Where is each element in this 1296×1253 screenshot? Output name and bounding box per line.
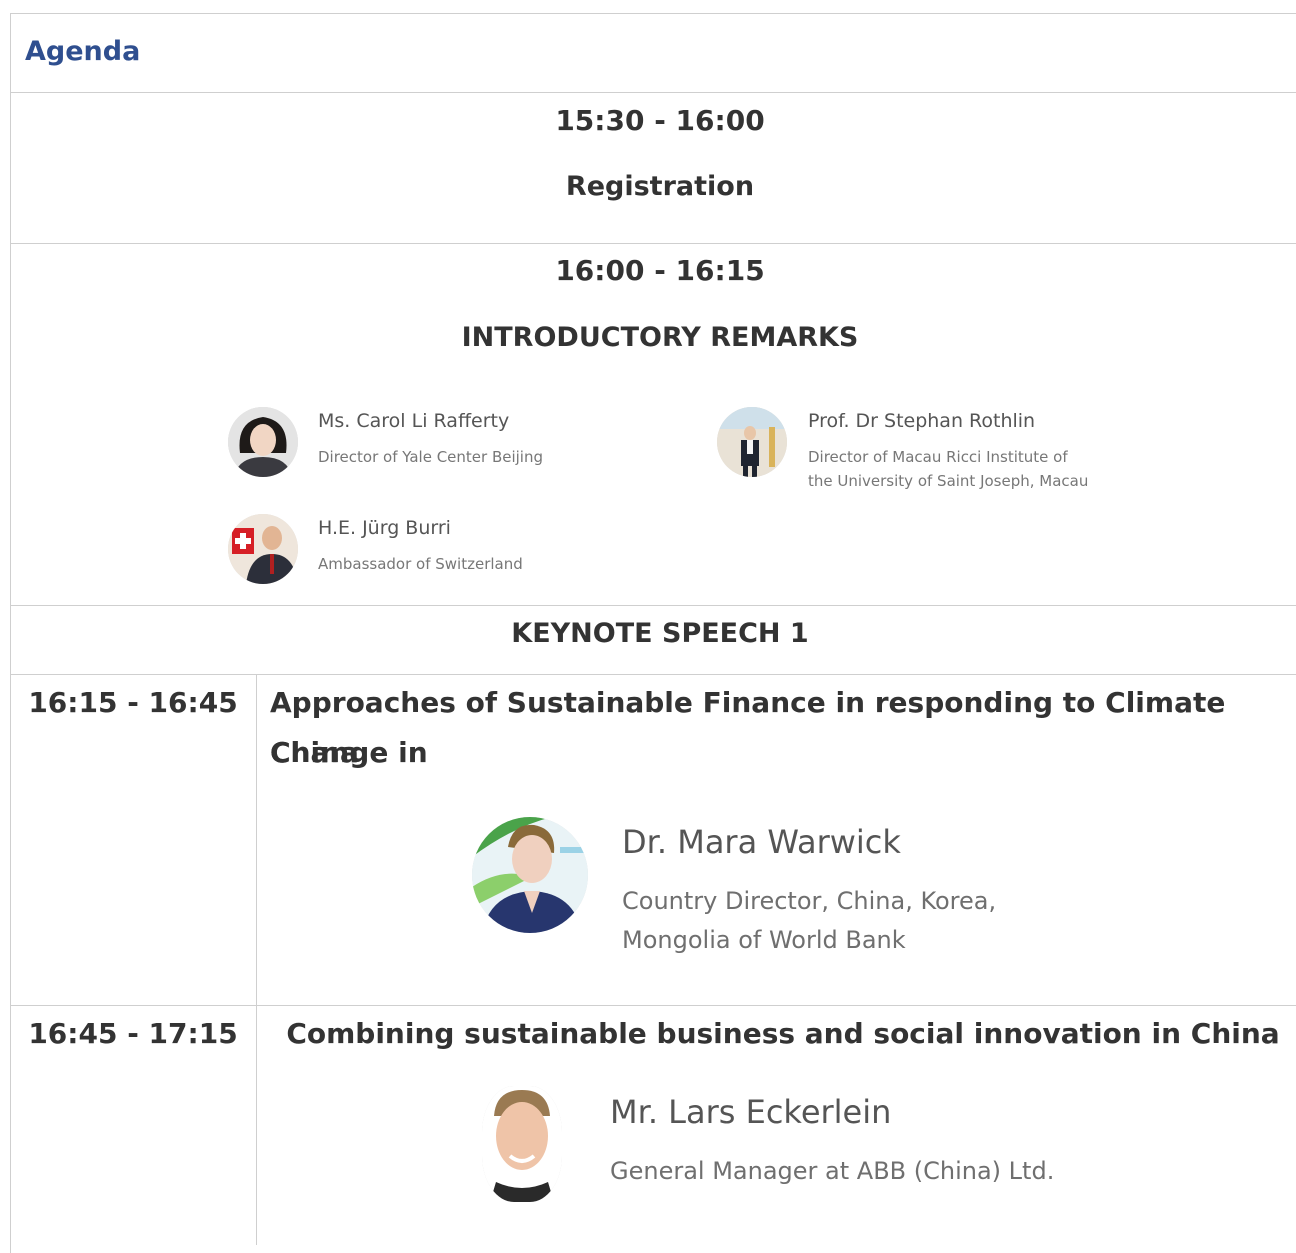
speaker-role-line1: Director of Macau Ricci Institute of xyxy=(808,448,1068,466)
row-divider xyxy=(10,674,1296,675)
speaker-role-line1: Country Director, China, Korea, xyxy=(622,887,997,915)
mara-avatar-icon xyxy=(472,817,588,933)
registration-heading: Registration xyxy=(565,171,755,202)
speaker-name: Dr. Mara Warwick xyxy=(622,823,901,861)
row-divider xyxy=(10,1005,1296,1006)
speaker-name: Mr. Lars Eckerlein xyxy=(610,1093,892,1131)
speaker-name: Ms. Carol Li Rafferty xyxy=(318,410,510,432)
session-title: Combining sustainable business and socia… xyxy=(286,1017,1280,1050)
intro-heading: INTRODUCTORY REMARKS xyxy=(461,322,859,353)
speaker-role: Ambassador of Switzerland xyxy=(318,555,523,573)
jurg-avatar-icon xyxy=(228,514,298,584)
speaker-name: Prof. Dr Stephan Rothlin xyxy=(808,410,1036,432)
keynote-heading: KEYNOTE SPEECH 1 xyxy=(511,618,809,649)
row-divider xyxy=(10,243,1296,244)
session-title-line2: China xyxy=(270,736,359,769)
speaker-role: General Manager at ABB (China) Ltd. xyxy=(610,1157,1055,1185)
column-divider xyxy=(256,675,257,1245)
session-title-line1: Approaches of Sustainable Finance in res… xyxy=(270,686,1226,769)
session-time: 16:45 - 17:15 xyxy=(28,1017,238,1050)
row-divider xyxy=(10,92,1296,93)
speaker-role-line2: the University of Saint Joseph, Macau xyxy=(808,472,1089,490)
stephan-avatar-icon xyxy=(717,407,787,477)
agenda-title: Agenda xyxy=(25,36,141,67)
carol-avatar-icon xyxy=(228,407,298,477)
speaker-role-line2: Mongolia of World Bank xyxy=(622,926,906,954)
row-divider xyxy=(10,605,1296,606)
speaker-name: H.E. Jürg Burri xyxy=(318,517,451,539)
session-time: 16:15 - 16:45 xyxy=(28,686,238,719)
lars-avatar-icon xyxy=(482,1086,562,1202)
registration-time: 15:30 - 16:00 xyxy=(555,104,765,137)
speaker-role: Director of Yale Center Beijing xyxy=(318,448,544,466)
intro-time: 16:00 - 16:15 xyxy=(555,254,765,287)
